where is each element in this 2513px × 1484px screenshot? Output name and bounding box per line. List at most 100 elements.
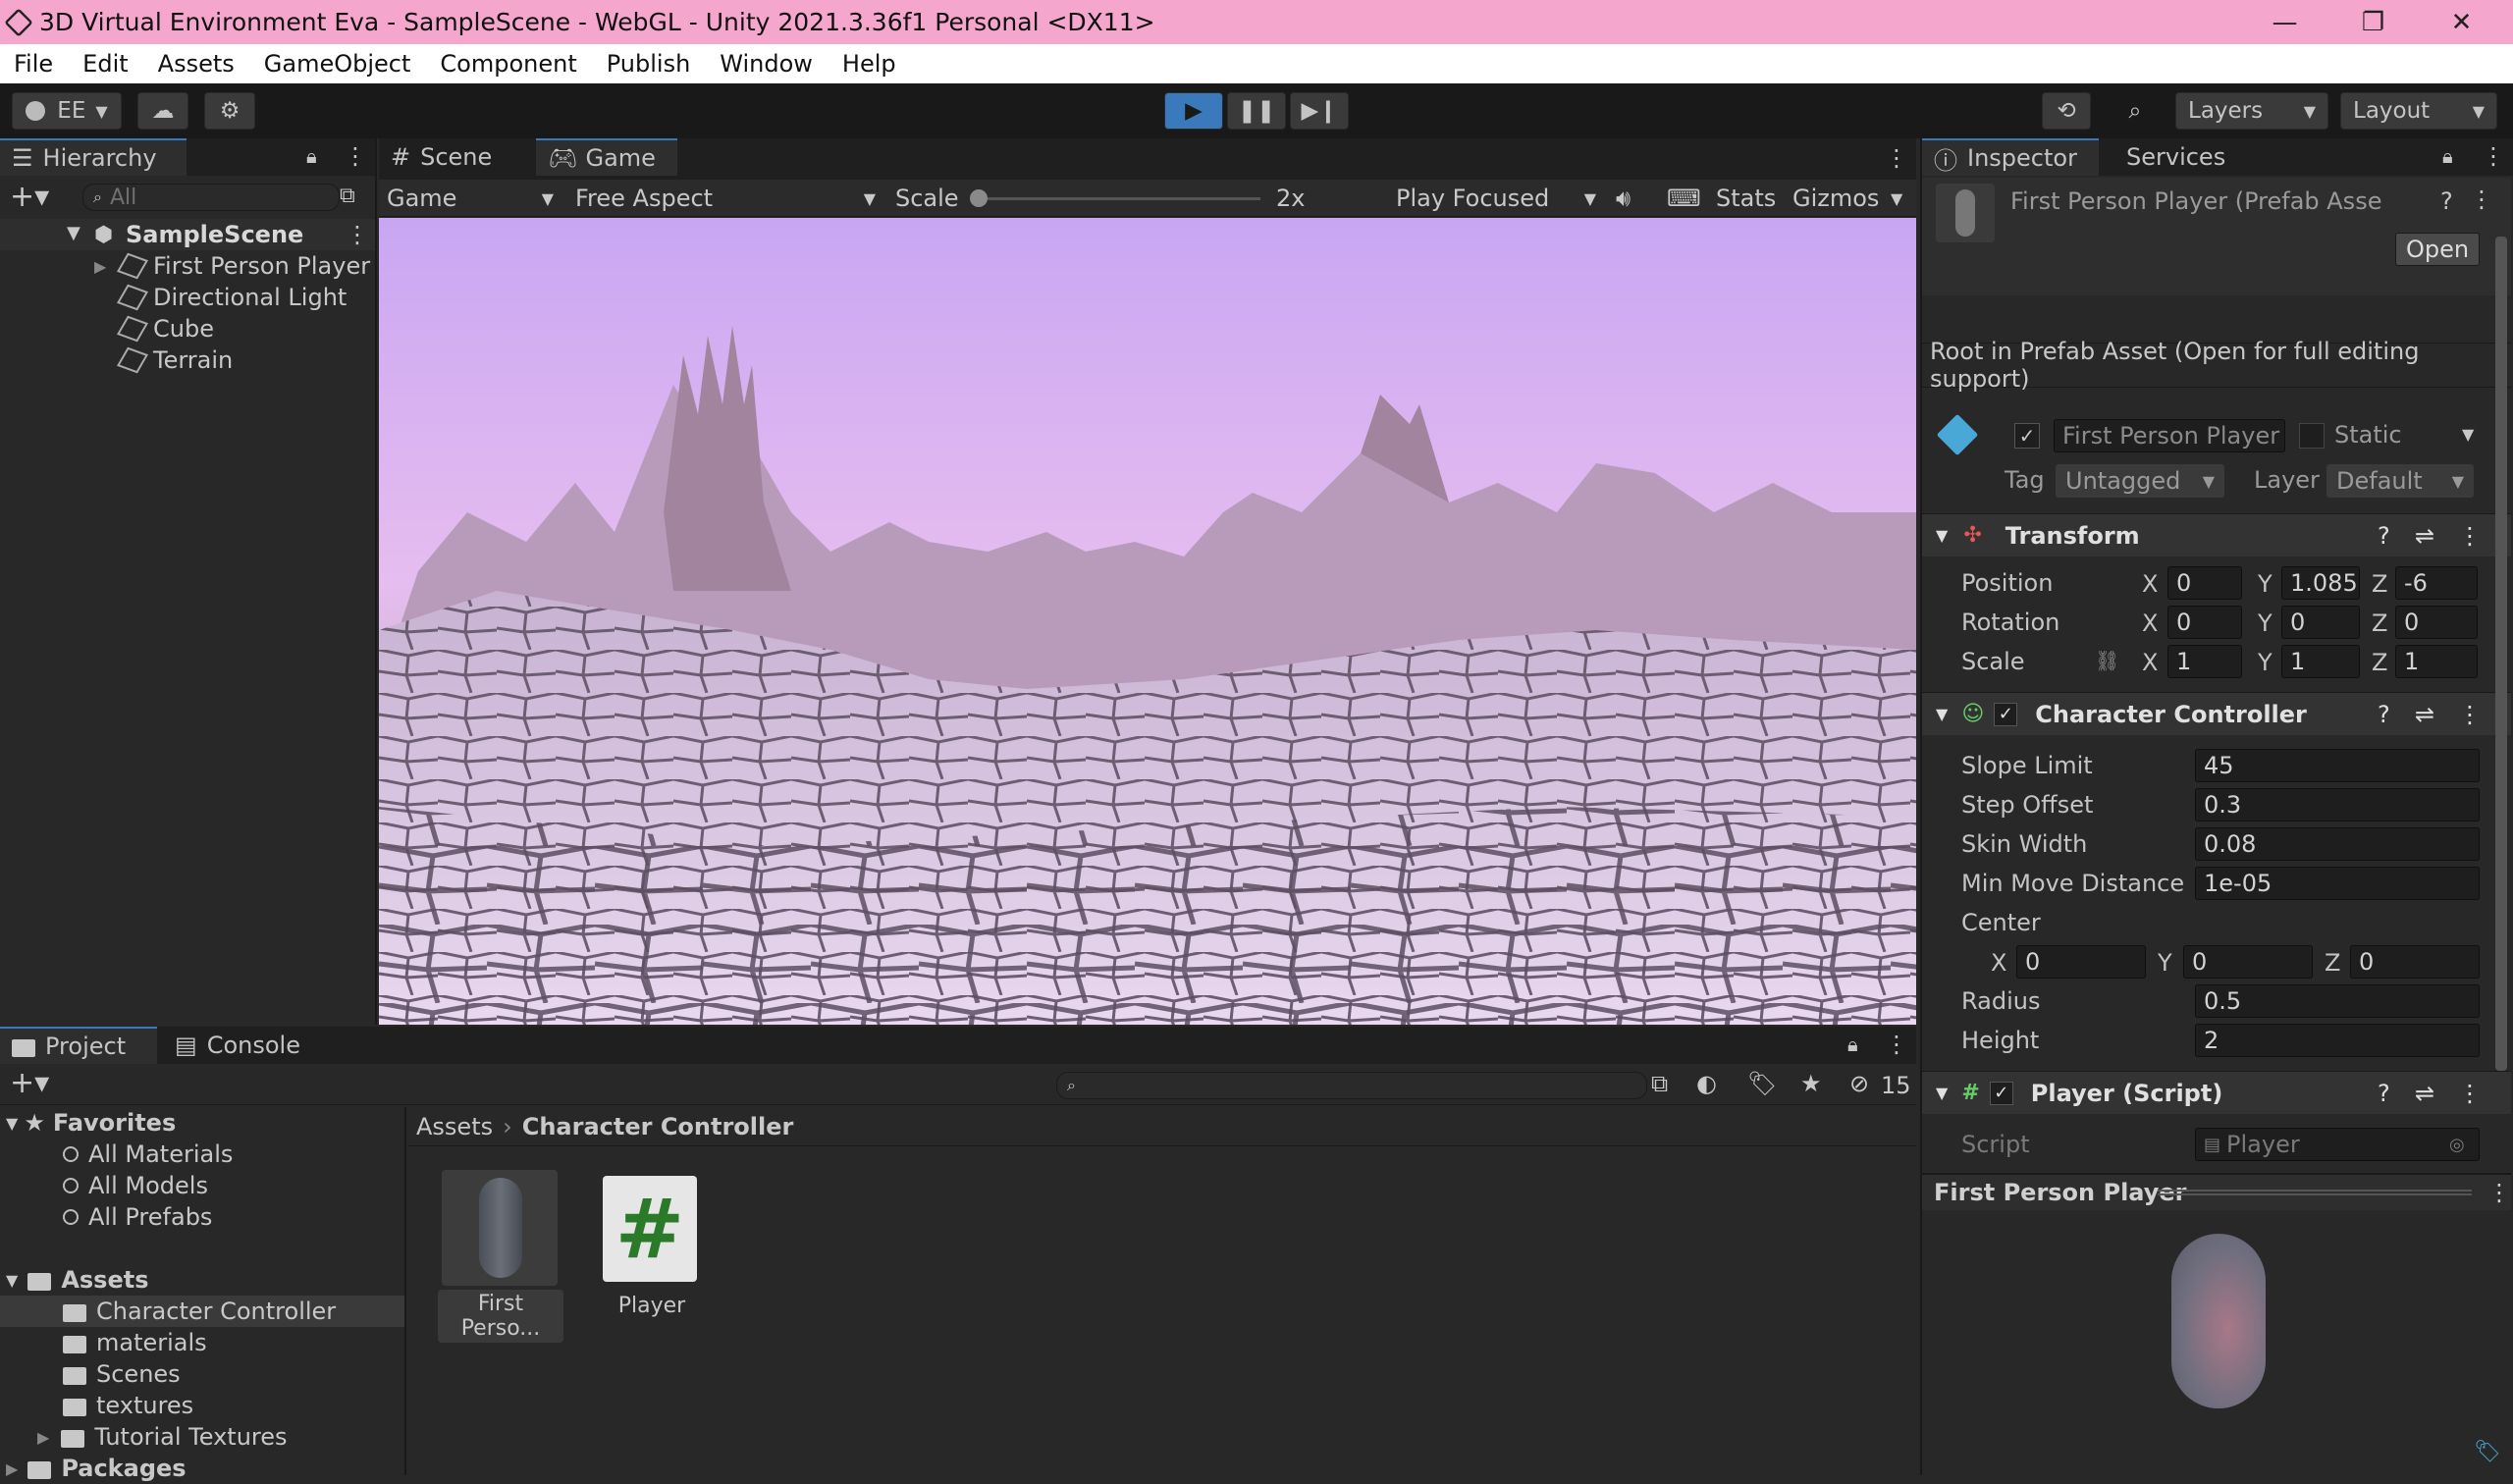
favorite-item[interactable]: All Prefabs bbox=[63, 1201, 212, 1233]
tab-inspector[interactable]: ⓘ Inspector bbox=[1922, 138, 2099, 176]
menu-file[interactable]: File bbox=[14, 50, 53, 78]
lock-icon[interactable]: 🔒︎ bbox=[306, 144, 317, 168]
keyboard-icon[interactable]: ⌨ bbox=[1667, 183, 1701, 214]
favorite-item[interactable]: All Models bbox=[63, 1170, 208, 1201]
scale-z-field[interactable]: 1 bbox=[2395, 645, 2478, 678]
chevron-down-icon[interactable]: ▼ bbox=[1891, 183, 1902, 214]
help-icon[interactable]: ? bbox=[2440, 187, 2453, 215]
static-checkbox[interactable] bbox=[2299, 423, 2325, 449]
layers-dropdown[interactable]: Layers ▼ bbox=[2175, 92, 2328, 130]
history-button[interactable]: ⟲ bbox=[2042, 92, 2091, 130]
more-options-icon[interactable]: ⋮ bbox=[1885, 144, 1908, 172]
presets-icon[interactable]: ⇌ bbox=[2415, 701, 2434, 728]
more-options-icon[interactable]: ⋮ bbox=[2458, 701, 2482, 728]
chevron-down-icon[interactable]: ▼ bbox=[2462, 425, 2474, 444]
game-viewport[interactable] bbox=[379, 218, 1916, 1025]
close-button[interactable]: ✕ bbox=[2420, 0, 2503, 44]
slope-limit-field[interactable]: 45 bbox=[2195, 749, 2480, 782]
scale-slider-handle[interactable] bbox=[970, 189, 988, 207]
enabled-checkbox[interactable]: ✓ bbox=[1989, 1081, 2013, 1105]
center-x-field[interactable]: 0 bbox=[2016, 945, 2146, 979]
transform-header[interactable]: ▼ ✣ Transform ? ⇌ ⋮ bbox=[1922, 513, 2511, 556]
scale-y-field[interactable]: 1 bbox=[2281, 645, 2360, 678]
active-checkbox[interactable]: ✓ bbox=[2014, 423, 2040, 449]
asset-item[interactable]: # Player bbox=[589, 1170, 715, 1366]
enabled-checkbox[interactable]: ✓ bbox=[1994, 702, 2018, 726]
gizmos-button[interactable]: Gizmos bbox=[1792, 183, 1879, 214]
lock-icon[interactable]: 🔒︎ bbox=[1847, 1033, 1858, 1056]
more-options-icon[interactable]: ⋮ bbox=[344, 142, 367, 170]
hierarchy-item[interactable]: Terrain bbox=[117, 344, 233, 376]
help-icon[interactable]: ? bbox=[2378, 522, 2390, 550]
more-options-icon[interactable]: ⋮ bbox=[2482, 142, 2505, 170]
rotation-y-field[interactable]: 0 bbox=[2281, 606, 2360, 639]
player-script-header[interactable]: ▼ # ✓ Player (Script) ? ⇌ ⋮ bbox=[1922, 1071, 2511, 1114]
favorite-star-icon[interactable]: ★ bbox=[1800, 1070, 1822, 1097]
menu-component[interactable]: Component bbox=[440, 50, 576, 78]
presets-icon[interactable]: ⇌ bbox=[2415, 522, 2434, 550]
more-options-icon[interactable]: ⋮ bbox=[2470, 186, 2493, 213]
hierarchy-item[interactable]: Cube bbox=[117, 313, 214, 344]
menu-help[interactable]: Help bbox=[842, 50, 896, 78]
tab-services[interactable]: Services bbox=[2114, 138, 2252, 176]
play-mode-dropdown[interactable]: Play Focused ▼ bbox=[1396, 183, 1596, 214]
filter-label-icon[interactable]: 🏷︎ bbox=[1747, 1070, 1777, 1097]
inspector-scrollbar[interactable] bbox=[2495, 237, 2507, 1071]
radius-field[interactable]: 0.5 bbox=[2195, 984, 2480, 1018]
play-button[interactable]: ▶ bbox=[1164, 92, 1223, 130]
asset-item[interactable]: First Perso... bbox=[438, 1170, 563, 1366]
preview-drag-handle[interactable] bbox=[2158, 1190, 2472, 1195]
min-move-distance-field[interactable]: 1e-05 bbox=[2195, 867, 2480, 900]
layer-dropdown[interactable]: Default ▼ bbox=[2326, 464, 2474, 498]
center-z-field[interactable]: 0 bbox=[2350, 945, 2480, 979]
menu-publish[interactable]: Publish bbox=[607, 50, 691, 78]
menu-assets[interactable]: Assets bbox=[158, 50, 235, 78]
display-dropdown[interactable]: Game ▼ bbox=[387, 183, 554, 214]
minimize-button[interactable]: — bbox=[2243, 0, 2326, 44]
scene-row[interactable]: ▼ ⬢ SampleScene ⋮ bbox=[0, 219, 375, 250]
audio-mute-icon[interactable]: 🔊︎ bbox=[1616, 183, 1631, 214]
breadcrumb-character-controller[interactable]: Character Controller bbox=[522, 1113, 794, 1140]
height-field[interactable]: 2 bbox=[2195, 1024, 2480, 1057]
object-picker-icon[interactable]: ◎ bbox=[2449, 1135, 2465, 1155]
menu-edit[interactable]: Edit bbox=[82, 50, 128, 78]
hidden-packages-icon[interactable]: ⊘ bbox=[1849, 1070, 1869, 1097]
add-icon[interactable]: +▾ bbox=[10, 1066, 49, 1100]
breadcrumb-assets[interactable]: Assets bbox=[416, 1113, 493, 1140]
rotation-z-field[interactable]: 0 bbox=[2395, 606, 2478, 639]
rotation-x-field[interactable]: 0 bbox=[2167, 606, 2242, 639]
step-offset-field[interactable]: 0.3 bbox=[2195, 788, 2480, 822]
hierarchy-item[interactable]: ▶ First Person Player bbox=[94, 250, 370, 282]
stats-button[interactable]: Stats bbox=[1716, 183, 1776, 214]
folder-item[interactable]: Scenes bbox=[63, 1358, 181, 1390]
favorites-header[interactable]: ▼ ★ Favorites bbox=[6, 1107, 176, 1139]
constrain-proportions-icon[interactable]: ⛓ bbox=[2095, 649, 2119, 672]
folder-item[interactable]: Character Controller bbox=[63, 1296, 336, 1327]
scale-slider[interactable] bbox=[970, 189, 1260, 207]
open-prefab-button[interactable]: Open bbox=[2395, 233, 2480, 266]
position-y-field[interactable]: 1.085 bbox=[2281, 566, 2360, 600]
presets-icon[interactable]: ⇌ bbox=[2415, 1080, 2434, 1107]
maximize-button[interactable]: ❐ bbox=[2331, 0, 2415, 44]
account-dropdown[interactable]: EE ▼ bbox=[12, 92, 122, 130]
gameobject-name-field[interactable]: First Person Player bbox=[2054, 419, 2285, 452]
help-icon[interactable]: ? bbox=[2378, 701, 2390, 728]
search-by-type-icon[interactable]: ⧉ bbox=[1651, 1070, 1668, 1097]
hierarchy-item[interactable]: Directional Light bbox=[117, 282, 347, 313]
position-z-field[interactable]: -6 bbox=[2395, 566, 2478, 600]
step-button[interactable]: ▶❙ bbox=[1290, 92, 1349, 130]
skin-width-field[interactable]: 0.08 bbox=[2195, 827, 2480, 861]
favorite-item[interactable]: All Materials bbox=[63, 1139, 233, 1170]
layout-dropdown[interactable]: Layout ▼ bbox=[2340, 92, 2497, 130]
more-options-icon[interactable]: ⋮ bbox=[1885, 1031, 1908, 1058]
tab-project[interactable]: Project bbox=[0, 1027, 157, 1064]
tab-hierarchy[interactable]: ☰ Hierarchy bbox=[0, 138, 187, 176]
help-icon[interactable]: ? bbox=[2378, 1080, 2390, 1107]
packages-header[interactable]: ▶ Packages bbox=[6, 1453, 187, 1484]
aspect-dropdown[interactable]: Free Aspect ▼ bbox=[575, 183, 876, 214]
script-field[interactable]: ▤ Player ◎ bbox=[2195, 1128, 2480, 1161]
tab-console[interactable]: ▤ Console bbox=[163, 1027, 330, 1064]
menu-gameobject[interactable]: GameObject bbox=[264, 50, 411, 78]
more-options-icon[interactable]: ⋮ bbox=[2458, 1080, 2482, 1107]
add-icon[interactable]: +▾ bbox=[10, 180, 49, 214]
